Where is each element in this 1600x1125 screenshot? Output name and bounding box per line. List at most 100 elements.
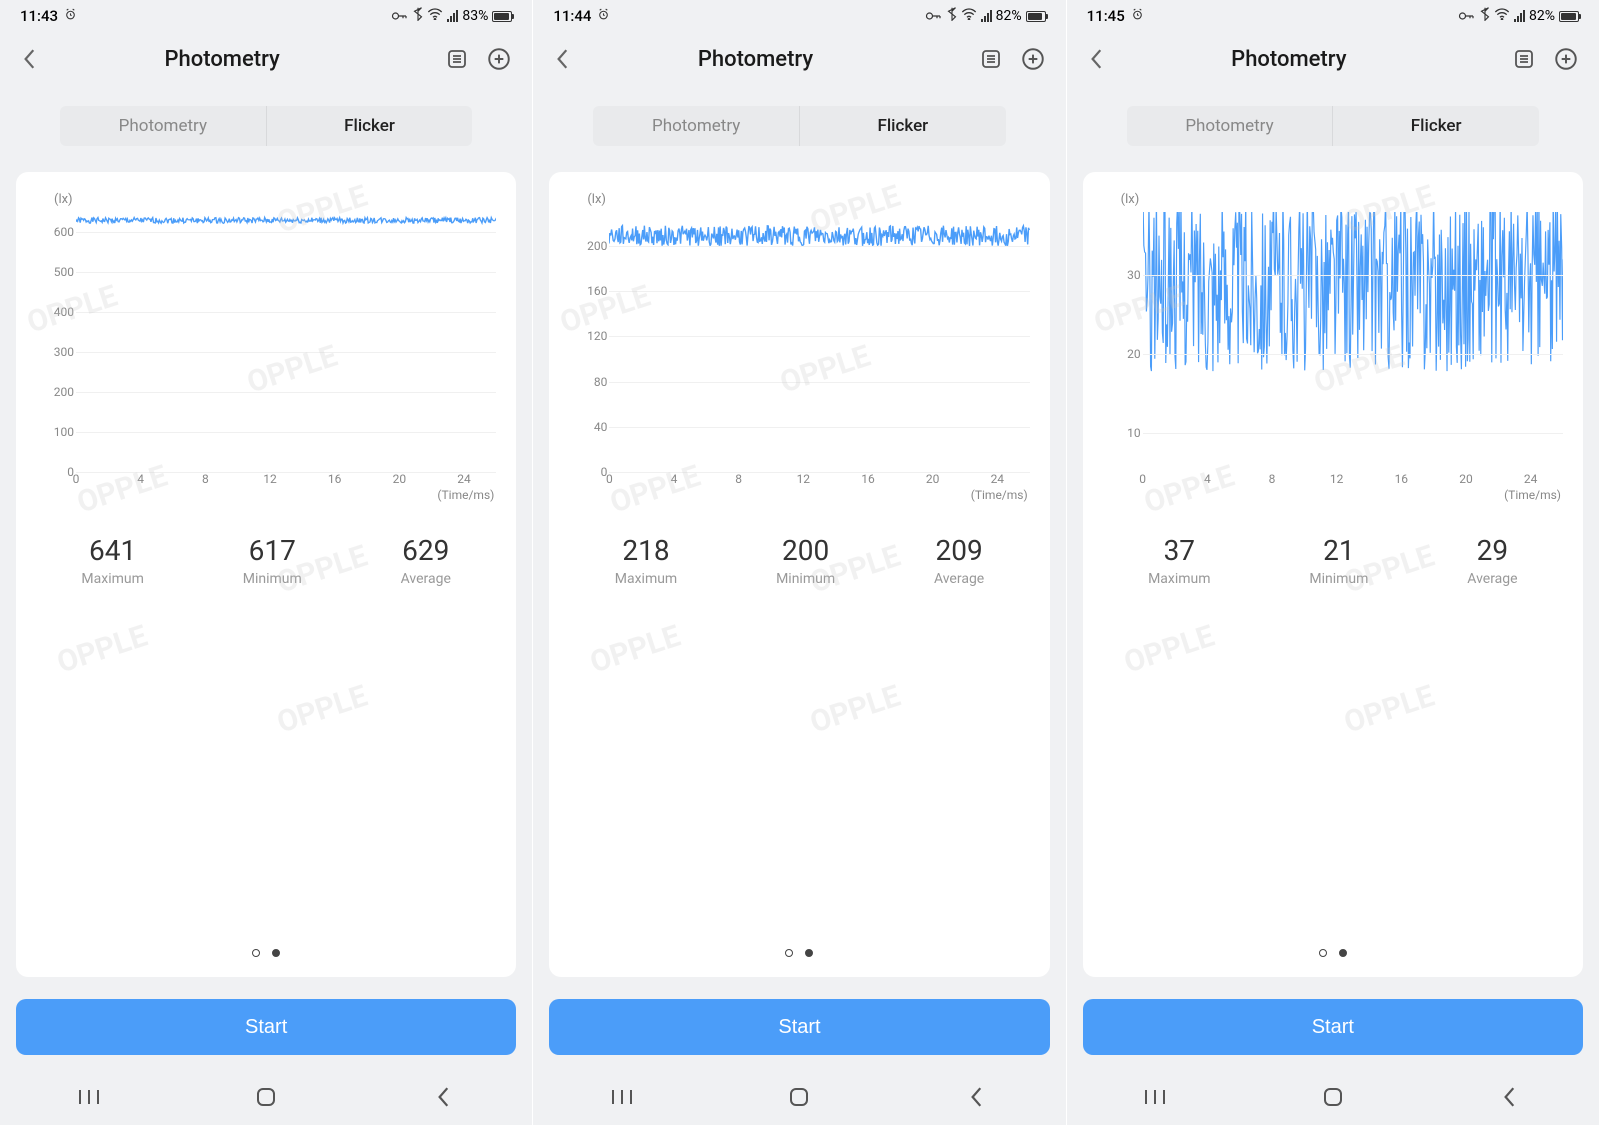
chart-card: (lx) 102030 04812162024 (Time/ms) 37 Max… <box>1083 172 1583 977</box>
battery-icon <box>1559 11 1579 22</box>
stat-average: 29 Average <box>1467 534 1517 587</box>
y-unit: (lx) <box>54 192 73 207</box>
y-unit: (lx) <box>1121 192 1140 207</box>
bluetooth-icon <box>413 7 423 25</box>
nav-back[interactable] <box>962 1082 992 1112</box>
stat-minimum: 200 Minimum <box>776 534 835 587</box>
system-navbar <box>1067 1069 1599 1125</box>
wifi-icon <box>1494 8 1510 24</box>
page-dots <box>22 909 510 965</box>
status-time: 11:44 <box>553 7 591 25</box>
nav-back[interactable] <box>1495 1082 1525 1112</box>
nav-recent[interactable] <box>607 1082 637 1112</box>
page-dots <box>555 909 1043 965</box>
x-axis: 04812162024 <box>1143 472 1563 484</box>
stats-row: 641 Maximum 617 Minimum 629 Average <box>32 534 500 587</box>
stats-row: 218 Maximum 200 Minimum 209 Average <box>565 534 1033 587</box>
page-dots <box>1089 909 1577 965</box>
list-icon[interactable] <box>978 46 1004 72</box>
add-icon[interactable] <box>1020 46 1046 72</box>
battery-pct: 82% <box>1529 8 1555 24</box>
list-icon[interactable] <box>444 46 470 72</box>
signal-icon <box>447 10 458 22</box>
dot-1[interactable] <box>252 949 260 957</box>
start-button[interactable]: Start <box>16 999 516 1055</box>
page-title: Photometry <box>533 47 977 72</box>
page-title: Photometry <box>0 47 444 72</box>
vpn-icon <box>925 11 943 21</box>
tab-switcher: Photometry Flicker <box>60 106 472 146</box>
status-bar: 11:43 83% <box>0 0 532 32</box>
dot-2[interactable] <box>272 949 280 957</box>
y-axis: 102030 <box>1097 212 1143 472</box>
alarm-icon <box>64 7 77 25</box>
signal-icon <box>1514 10 1525 22</box>
app-header: Photometry <box>1067 32 1599 86</box>
stat-average: 629 Average <box>401 534 451 587</box>
phone-screen: 11:43 83% Photometry <box>0 0 533 1125</box>
flicker-chart: (lx) 04080120160200 04812162024 (Time/ms… <box>563 192 1035 502</box>
add-icon[interactable] <box>486 46 512 72</box>
app-header: Photometry <box>533 32 1065 86</box>
nav-recent[interactable] <box>1140 1082 1170 1112</box>
system-navbar <box>0 1069 532 1125</box>
chart-card: (lx) 0100200300400500600 04812162024 (Ti… <box>16 172 516 977</box>
tab-flicker[interactable]: Flicker <box>267 106 473 146</box>
stat-maximum: 37 Maximum <box>1148 534 1210 587</box>
plot-area <box>609 212 1029 472</box>
status-time: 11:45 <box>1087 7 1125 25</box>
tab-flicker[interactable]: Flicker <box>800 106 1006 146</box>
wifi-icon <box>961 8 977 24</box>
phone-screen: 11:45 82% Photometry <box>1067 0 1600 1125</box>
x-axis: 04812162024 <box>76 472 496 484</box>
y-axis: 04080120160200 <box>563 212 609 472</box>
tab-photometry[interactable]: Photometry <box>593 106 800 146</box>
nav-home[interactable] <box>1318 1082 1348 1112</box>
start-button[interactable]: Start <box>549 999 1049 1055</box>
battery-icon <box>492 11 512 22</box>
stat-minimum: 21 Minimum <box>1309 534 1368 587</box>
status-bar: 11:45 82% <box>1067 0 1599 32</box>
x-label: (Time/ms) <box>437 488 494 502</box>
nav-back[interactable] <box>429 1082 459 1112</box>
stat-maximum: 641 Maximum <box>81 534 143 587</box>
phone-screen: 11:44 82% Photometry <box>533 0 1066 1125</box>
stats-row: 37 Maximum 21 Minimum 29 Average <box>1099 534 1567 587</box>
nav-recent[interactable] <box>74 1082 104 1112</box>
x-label: (Time/ms) <box>971 488 1028 502</box>
dot-1[interactable] <box>1319 949 1327 957</box>
signal-icon <box>981 10 992 22</box>
alarm-icon <box>597 7 610 25</box>
stat-minimum: 617 Minimum <box>243 534 302 587</box>
x-axis: 04812162024 <box>609 472 1029 484</box>
bluetooth-icon <box>1480 7 1490 25</box>
battery-pct: 82% <box>996 8 1022 24</box>
x-label: (Time/ms) <box>1504 488 1561 502</box>
y-unit: (lx) <box>587 192 606 207</box>
nav-home[interactable] <box>251 1082 281 1112</box>
battery-pct: 83% <box>462 8 488 24</box>
add-icon[interactable] <box>1553 46 1579 72</box>
dot-2[interactable] <box>805 949 813 957</box>
dot-2[interactable] <box>1339 949 1347 957</box>
plot-area <box>76 212 496 472</box>
vpn-icon <box>1458 11 1476 21</box>
dot-1[interactable] <box>785 949 793 957</box>
start-button[interactable]: Start <box>1083 999 1583 1055</box>
tab-switcher: Photometry Flicker <box>1127 106 1539 146</box>
tab-flicker[interactable]: Flicker <box>1333 106 1539 146</box>
battery-icon <box>1026 11 1046 22</box>
stat-average: 209 Average <box>934 534 984 587</box>
tab-switcher: Photometry Flicker <box>593 106 1005 146</box>
tab-photometry[interactable]: Photometry <box>60 106 267 146</box>
tab-photometry[interactable]: Photometry <box>1127 106 1334 146</box>
vpn-icon <box>391 11 409 21</box>
status-time: 11:43 <box>20 7 58 25</box>
chart-card: (lx) 04080120160200 04812162024 (Time/ms… <box>549 172 1049 977</box>
alarm-icon <box>1131 7 1144 25</box>
page-title: Photometry <box>1067 47 1511 72</box>
flicker-chart: (lx) 102030 04812162024 (Time/ms) <box>1097 192 1569 502</box>
nav-home[interactable] <box>784 1082 814 1112</box>
list-icon[interactable] <box>1511 46 1537 72</box>
wifi-icon <box>427 8 443 24</box>
